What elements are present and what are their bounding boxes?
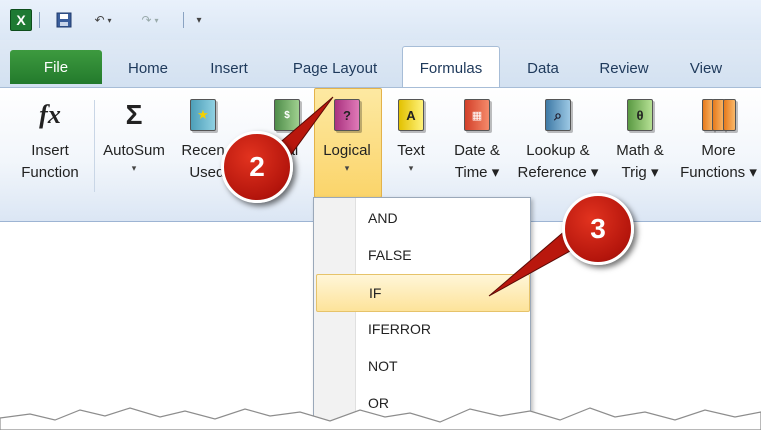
callout-step-2: 2 xyxy=(221,131,293,203)
callout-step-3: 3 xyxy=(562,193,634,265)
torn-paper-edge xyxy=(0,407,761,430)
callout-pointers xyxy=(261,96,591,297)
